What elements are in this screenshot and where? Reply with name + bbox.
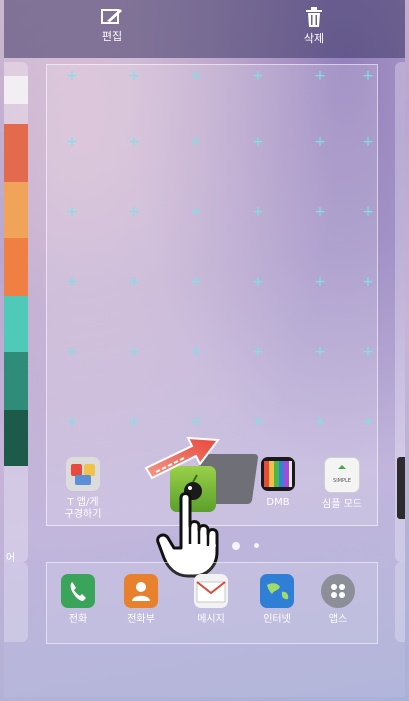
phone-icon [61,574,95,608]
grid-plus-marker: + [362,274,374,290]
page-dot[interactable] [209,542,216,549]
home-edit-screen: 편집 삭제 어 + + + + + + + + + + + + + + + + + + + + + + + + + + + + + + + +… [4,0,405,697]
grid-plus-marker: + [190,414,202,430]
widget-strip [4,124,28,182]
grid-plus-marker: + [66,344,78,360]
grid-plus-marker: + [252,274,264,290]
page-dot-active[interactable] [232,542,240,550]
delete-label: 삭제 [303,32,325,45]
grid-plus-marker: + [128,274,140,290]
app-simple-mode[interactable]: SIMPLE 심플 모드 [311,457,373,511]
dock-app-label: 메시지 [197,614,225,625]
grid-plus-marker: + [128,204,140,220]
app-label: DMB [266,497,290,508]
dmb-icon [261,457,295,491]
app-label-line1: T 앱/게 [67,497,99,508]
grid-plus-marker: + [252,68,264,84]
simple-mode-icon: SIMPLE [324,457,360,493]
grid-plus-marker: + [190,68,202,84]
dock-app-label: 앱스 [328,614,348,625]
grid-plus-marker: + [362,68,374,84]
widget-strip [4,76,28,104]
grid-plus-marker: + [190,204,202,220]
message-icon [194,574,228,608]
grid-plus-marker: + [314,414,326,430]
dock-app-message[interactable]: 메시지 [180,574,242,626]
grid-plus-marker: + [252,414,264,430]
right-page-preview[interactable] [395,62,405,562]
grid-plus-marker: + [314,274,326,290]
edit-icon [101,9,122,24]
right-dock-preview [395,562,405,642]
grid-plus-marker: + [314,344,326,360]
grid-plus-marker: + [190,344,202,360]
dock-app-apps[interactable]: 앱스 [307,574,369,626]
dock-app-label: 전화부 [127,614,155,625]
app-label: 심플 모드 [322,499,362,510]
grid-plus-marker: + [314,134,326,150]
edit-label: 편집 [101,30,123,43]
widget-strip [4,410,28,466]
grid-plus-marker: + [362,344,374,360]
trash-icon [306,7,322,27]
drag-arrow-icon [144,436,220,480]
grid-plus-marker: + [252,134,264,150]
grid-plus-marker: + [252,344,264,360]
left-page-preview[interactable]: 어 [4,62,28,562]
delete-button[interactable]: 삭제 [284,7,344,46]
t-store-icon [66,457,100,491]
grid-plus-marker: + [128,68,140,84]
globe-icon [260,574,294,608]
grid-plus-marker: + [362,414,374,430]
grid-plus-marker: + [66,274,78,290]
grid-plus-marker: + [252,204,264,220]
widget-strip [4,238,28,296]
edit-button[interactable]: 편집 [82,7,142,44]
grid-plus-marker: + [128,414,140,430]
apps-grid-icon [321,574,355,608]
widget-strip [4,296,28,352]
left-dock-preview [4,562,28,642]
grid-plus-marker: + [190,274,202,290]
edit-toolbar: 편집 삭제 [4,0,405,58]
app-label-line2: 구경하기 [64,509,102,520]
right-page-widget [397,457,405,519]
grid-plus-marker: + [362,204,374,220]
grid-plus-marker: + [314,204,326,220]
svg-text:SIMPLE: SIMPLE [333,478,351,484]
left-page-label: 어 [6,553,16,562]
grid-plus-marker: + [128,344,140,360]
grid-plus-marker: + [66,204,78,220]
dock-app-contacts[interactable]: 전화부 [110,574,172,626]
grid-plus-marker: + [128,134,140,150]
page-dot[interactable] [254,543,259,548]
grid-plus-marker: + [66,68,78,84]
contacts-icon [124,574,158,608]
widget-strip [4,182,28,238]
app-t-store[interactable]: T 앱/게 구경하기 [52,457,114,521]
dock-app-label: 인터넷 [263,614,291,625]
grid-plus-marker: + [190,134,202,150]
dock-app-internet[interactable]: 인터넷 [246,574,308,626]
grid-plus-marker: + [314,68,326,84]
app-dmb[interactable]: DMB [247,457,309,509]
dock-app-phone[interactable]: 전화 [47,574,109,626]
grid-plus-marker: + [66,134,78,150]
grid-plus-marker: + [66,414,78,430]
widget-strip [4,352,28,410]
dock-app-label: 전화 [68,614,88,625]
grid-plus-marker: + [362,134,374,150]
